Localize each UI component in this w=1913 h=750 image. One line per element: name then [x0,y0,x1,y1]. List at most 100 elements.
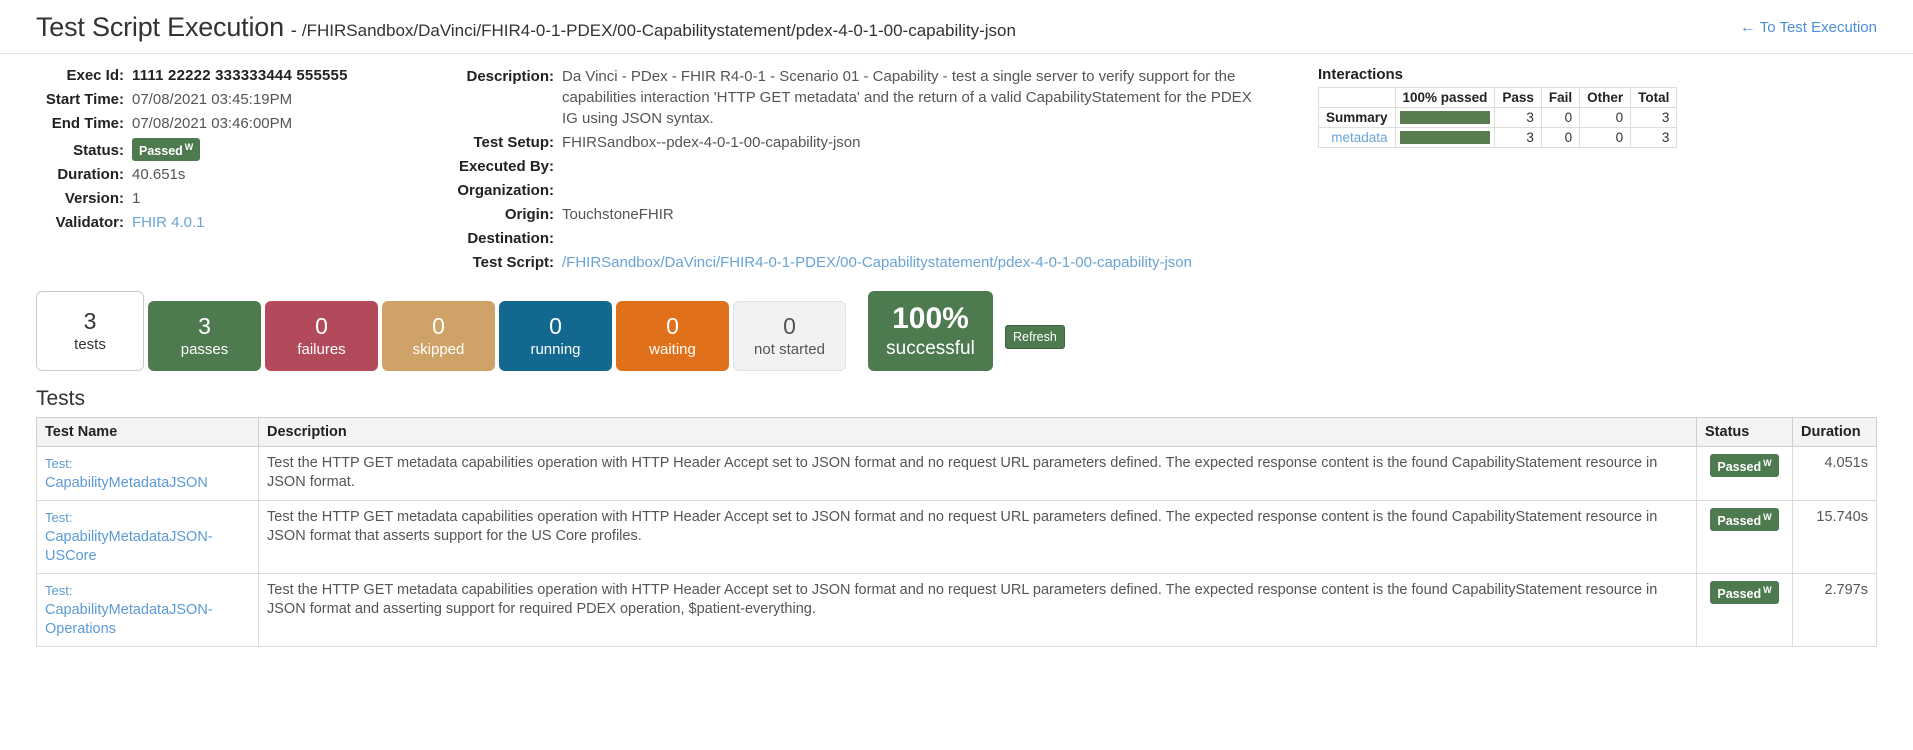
end-time-label: End Time: [51,115,124,132]
tests-col-description[interactable]: Description [258,417,1697,447]
stat-failures-count: 0 [315,313,328,339]
start-time-label: Start Time: [45,91,124,108]
field-status: Status: Passed W [0,138,430,162]
page-title: Test Script Execution [36,12,284,42]
stat-box-tests[interactable]: 3 tests [36,291,144,371]
status-badge: Passed W [1710,454,1779,478]
status-badge-text: Passed [1717,460,1762,475]
interactions-col-fail: Fail [1540,87,1581,108]
stat-box-running[interactable]: 0 running [499,301,612,371]
field-test-script: Test Script: /FHIRSandbox/DaVinci/FHIR4-… [430,253,1300,273]
test-name-link[interactable]: Test: CapabilityMetadataJSON [45,454,250,493]
status-badge-text: Passed [1717,514,1762,529]
stat-box-not-started[interactable]: 0 not started [733,301,846,371]
field-exec-id: Exec Id: 1111 22222 333333444 555555 [0,66,430,86]
status-badge-text: Passed [139,144,183,159]
status-label: Status: [73,142,124,160]
description-label: Description: [466,68,554,85]
test-name-link[interactable]: Test: CapabilityMetadataJSON-USCore [45,508,250,566]
title-separator: - [290,20,297,40]
validator-value-link[interactable]: FHIR 4.0.1 [132,213,205,233]
field-test-setup: Test Setup: FHIRSandbox--pdex-4-0-1-00-c… [430,133,1300,153]
tests-col-duration[interactable]: Duration [1792,417,1877,447]
interactions-row-fail: 0 [1540,107,1581,128]
interactions-col-total: Total [1630,87,1678,108]
test-duration-cell: 15.740s [1792,500,1877,574]
test-description-cell: Test the HTTP GET metadata capabilities … [258,446,1697,501]
to-test-execution-link[interactable]: ← To Test Execution [1740,19,1877,37]
stat-tests-count: 3 [83,308,97,334]
stat-box-failures[interactable]: 0 failures [265,301,378,371]
field-start-time: Start Time: 07/08/2021 03:45:19PM [0,90,430,110]
test-name-link[interactable]: Test: CapabilityMetadataJSON-Operations [45,581,250,639]
status-value-wrap: Passed W [132,138,201,162]
refresh-button[interactable]: Refresh [1005,325,1065,349]
field-version: Version: 1 [0,189,430,209]
interactions-col-pass: Pass [1494,87,1542,108]
pass-rate-bar [1399,111,1491,124]
tests-col-test-name[interactable]: Test Name [36,417,259,447]
interactions-row: Summary 3 0 0 3 [1318,107,1678,128]
origin-label: Origin: [504,206,554,223]
test-duration-cell: 4.051s [1792,446,1877,501]
test-description-cell: Test the HTTP GET metadata capabilities … [258,573,1697,647]
interactions-row: metadata 3 0 0 3 [1318,127,1678,148]
test-name-text: CapabilityMetadataJSON-USCore [45,529,213,564]
table-row: Test: CapabilityMetadataJSON Test the HTT… [36,446,1877,501]
interactions-row-other: 0 [1579,127,1632,148]
test-setup-value: FHIRSandbox--pdex-4-0-1-00-capability-js… [562,134,861,151]
success-rate-label: successful [886,338,975,359]
version-value: 1 [132,190,141,208]
field-duration: Duration: 40.651s [0,165,430,185]
status-badge: Passed W [1710,508,1779,532]
interactions-row-bar-cell [1394,107,1496,128]
destination-label: Destination: [467,230,554,247]
test-name-prefix: Test: [45,456,73,471]
interactions-col-other: Other [1579,87,1632,108]
exec-id-value: 1111 22222 333333444 555555 [132,67,348,84]
stat-failures-label: failures [297,341,346,358]
test-description-cell: Test the HTTP GET metadata capabilities … [258,500,1697,574]
stat-passes-label: passes [180,341,229,358]
test-name-cell: Test: CapabilityMetadataJSON-Operations [36,573,259,647]
stat-box-waiting[interactable]: 0 waiting [616,301,729,371]
tests-col-status[interactable]: Status [1696,417,1793,447]
test-name-text: CapabilityMetadataJSON-Operations [45,602,213,637]
stat-not-started-label: not started [754,341,825,358]
stat-waiting-label: waiting [649,341,696,358]
tests-section-heading: Tests [36,387,86,410]
field-organization: Organization: [430,181,1300,201]
interactions-row-name: Summary [1318,107,1396,128]
test-name-cell: Test: CapabilityMetadataJSON-USCore [36,500,259,574]
success-rate-percent: 100% [892,302,969,335]
description-value: Da Vinci - PDex - FHIR R4-0-1 - Scenario… [562,68,1252,127]
stat-box-skipped[interactable]: 0 skipped [382,301,495,371]
test-duration-cell: 2.797s [1792,573,1877,647]
pass-rate-bar [1399,131,1491,144]
exec-id-label: Exec Id: [66,67,124,84]
status-badge-text: Passed [1717,587,1762,602]
origin-value: TouchstoneFHIR [562,206,674,223]
status-badge-superscript: W [1763,585,1772,595]
field-validator: Validator: FHIR 4.0.1 [0,213,430,233]
execution-details: Exec Id: 1111 22222 333333444 555555 Sta… [0,54,1913,277]
stat-box-passes[interactable]: 3 passes [148,301,261,371]
interactions-panel: Interactions 100% passed Pass Fail Other… [1300,66,1913,277]
organization-label: Organization: [457,182,554,199]
tests-table: Test Name Description Status Duration Te… [36,417,1877,647]
duration-label: Duration: [57,166,124,184]
stat-waiting-count: 0 [666,313,679,339]
test-name-cell: Test: CapabilityMetadataJSON [36,446,259,501]
status-badge-superscript: W [1763,458,1772,468]
test-script-value-link[interactable]: /FHIRSandbox/DaVinci/FHIR4-0-1-PDEX/00-C… [562,253,1192,273]
status-badge-superscript: W [184,142,194,152]
status-badge-superscript: W [1763,512,1772,522]
interactions-row-name-link[interactable]: metadata [1318,127,1396,148]
interactions-col-blank [1318,87,1396,108]
test-status-cell: Passed W [1696,446,1793,501]
end-time-value: 07/08/2021 03:46:00PM [132,115,293,132]
table-row: Test: CapabilityMetadataJSON-USCore Test … [36,500,1877,574]
interactions-row-pass: 3 [1494,107,1542,128]
test-name-text: CapabilityMetadataJSON [45,475,208,491]
details-middle-column: Description: Da Vinci - PDex - FHIR R4-0… [430,66,1300,277]
